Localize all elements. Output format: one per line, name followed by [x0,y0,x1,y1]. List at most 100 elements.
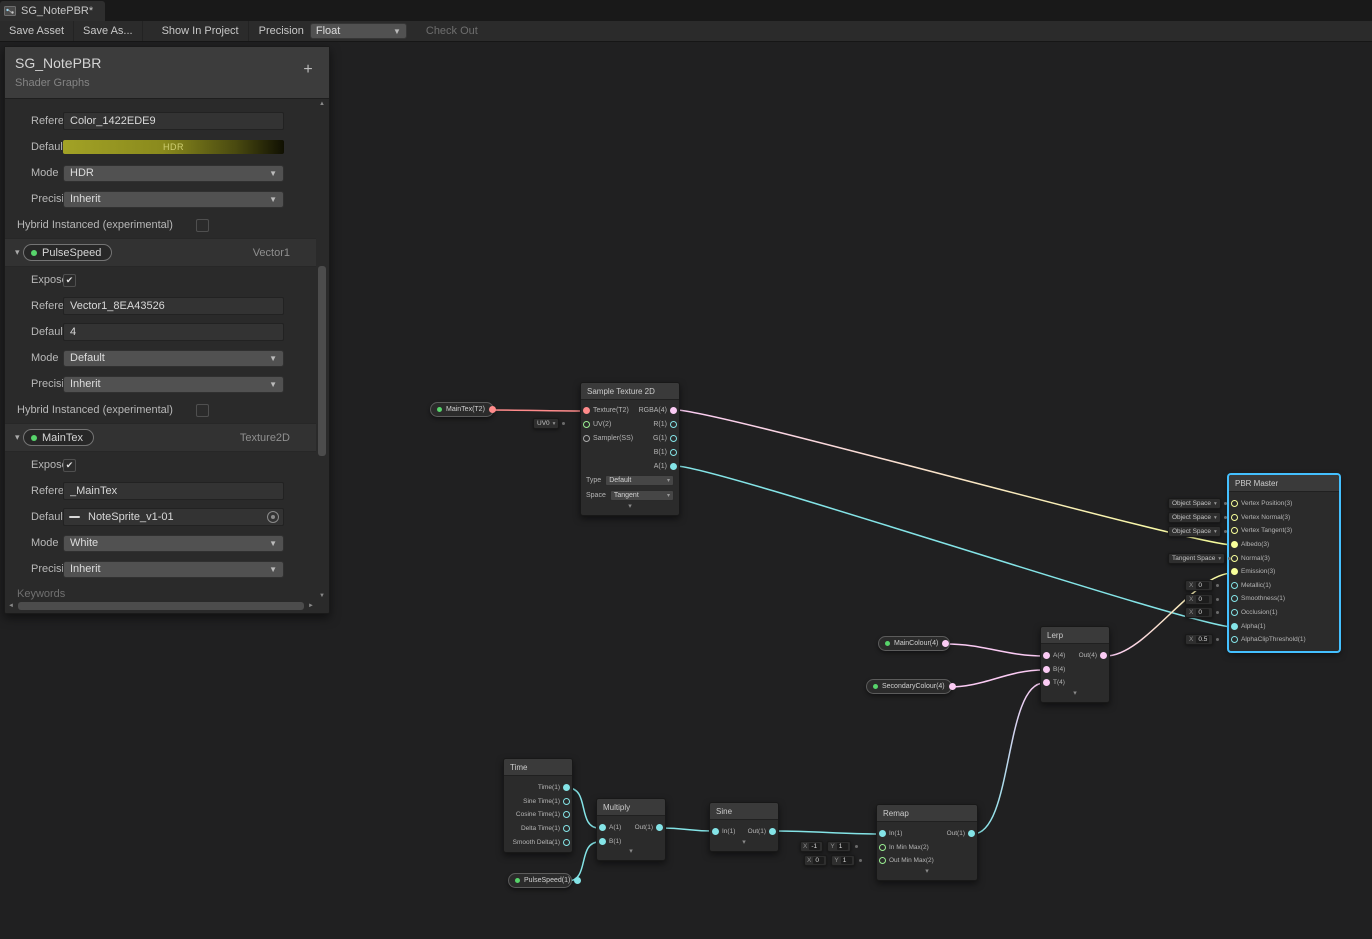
port-vertex-position[interactable]: Vertex Position(3) [1229,497,1339,511]
port-dot-alpha[interactable] [1231,622,1238,630]
edge-remap-to-lerp-t[interactable] [972,682,1045,835]
port-a[interactable]: A(1) [639,459,679,473]
port-dot-multiply-out[interactable] [656,824,663,832]
node-title[interactable]: Multiply [597,799,665,816]
port-dot-alphaclipthreshold[interactable] [1231,636,1238,644]
port-lerp-out[interactable]: Out(4) [1079,649,1109,663]
port-lerp-b[interactable]: B(4) [1041,663,1065,677]
port-multiply-out[interactable]: Out(1) [635,821,665,835]
node-remap[interactable]: Remap In(1) In Min Max(2) Out Min Max(2)… [876,804,978,881]
node-title[interactable]: Remap [877,805,977,822]
port-cosine-time[interactable]: Cosine Time(1) [504,808,572,822]
save-as-button[interactable]: Save As... [74,21,143,41]
blackboard-panel[interactable]: SG_NotePBR Shader Graphs + Reference Def… [4,46,330,614]
port-time[interactable]: Time(1) [504,781,572,795]
normal-space-dropdown[interactable]: Tangent Space ▾ [1168,553,1232,564]
port-b[interactable]: B(1) [639,445,679,459]
port-dot-occlusion[interactable] [1231,609,1238,617]
port-remap-out[interactable]: Out(1) [947,827,977,841]
port-dot-remap-in[interactable] [879,830,886,838]
node-title[interactable]: Time [504,759,572,776]
port-alpha[interactable]: Alpha(1) [1229,619,1339,633]
port-vertex-tangent[interactable]: Vertex Tangent(3) [1229,524,1339,538]
edge-maintex-to-sample[interactable] [489,409,585,412]
port-dot-vertex-normal[interactable] [1231,513,1238,521]
port-dot-multiply-b[interactable] [599,837,606,845]
port-lerp-t[interactable]: T(4) [1041,676,1065,690]
port-dot-sine-in[interactable] [712,828,719,836]
blackboard-header[interactable]: SG_NotePBR Shader Graphs + [5,47,329,99]
maintex-pill[interactable]: MainTex [23,429,94,446]
maintex-precision-dropdown[interactable]: Inherit ▼ [63,560,284,578]
space-dropdown[interactable]: Tangent ▾ [609,490,674,501]
port-lerp-a[interactable]: A(4) [1041,649,1065,663]
pulsespeed-precision-dropdown[interactable]: Inherit ▼ [63,375,284,393]
show-in-project-button[interactable]: Show In Project [153,21,249,41]
port-dot-normal[interactable] [1231,554,1238,562]
port-dot-maincolour-out[interactable] [942,640,950,647]
node-lerp[interactable]: Lerp A(4) B(4) T(4) Out(4) ▾ [1040,626,1110,703]
port-sine-in[interactable]: In(1) [710,825,735,839]
port-rgba[interactable]: RGBA(4) [639,403,679,417]
port-remap-in-min-max[interactable]: In Min Max(2) [877,841,934,855]
node-sine[interactable]: Sine In(1) Out(1) ▾ [709,802,779,852]
port-multiply-b[interactable]: B(1) [597,835,621,849]
port-dot-pulsespeed-out[interactable] [574,877,582,884]
port-metallic[interactable]: Metallic(1) [1229,579,1339,593]
scroll-right-arrow-icon[interactable]: ► [306,602,316,610]
port-dot-maintex-out[interactable] [488,406,496,413]
blackboard-horizontal-scrollbar[interactable]: ◄ ► [6,600,316,612]
property-node-secondarycolour[interactable]: SecondaryColour(4) [866,679,956,694]
port-g[interactable]: G(1) [639,431,679,445]
property-node-pulsespeed[interactable]: PulseSpeed(1) [508,873,582,888]
port-dot-remap-in-min-max[interactable] [879,843,886,851]
save-asset-button[interactable]: Save Asset [0,21,75,41]
port-sine-out[interactable]: Out(1) [748,825,778,839]
foldout-chevron-icon[interactable]: ▾ [5,432,23,443]
port-dot-cosine-time[interactable] [563,811,570,819]
precision-dropdown[interactable]: Float ▼ [309,23,407,39]
pulsespeed-pill[interactable]: PulseSpeed [23,244,113,261]
port-normal[interactable]: Normal(3) [1229,551,1339,565]
property-row-pulsespeed[interactable]: ▾ PulseSpeed Vector1 [5,238,316,267]
out-max-y-field[interactable]: Y1 [831,855,855,866]
node-title[interactable]: Sample Texture 2D [581,383,679,400]
node-pbr-master[interactable]: PBR Master Vertex Position(3) Vertex Nor… [1228,474,1340,652]
port-dot-texture[interactable] [583,406,590,414]
maintex-texture-object-field[interactable]: NoteSprite_v1-01 [63,508,284,526]
edge-rgba-to-albedo[interactable] [675,409,1234,546]
out-min-x-field[interactable]: X0 [804,855,828,866]
document-tab[interactable]: SG_NotePBR* [0,1,106,21]
edge-lerp-to-emission[interactable] [1105,572,1234,657]
in-max-y-field[interactable]: Y1 [827,841,851,852]
collapse-chevron-icon[interactable]: ▾ [597,848,665,858]
port-dot-rgba[interactable] [670,406,677,414]
port-emission[interactable]: Emission(3) [1229,565,1339,579]
port-dot-uv[interactable] [583,420,590,428]
port-dot-smoothness[interactable] [1231,595,1238,603]
vertical-scroll-thumb[interactable] [318,266,326,456]
port-vertex-normal[interactable]: Vertex Normal(3) [1229,511,1339,525]
port-albedo[interactable]: Albedo(3) [1229,538,1339,552]
property-row-maintex[interactable]: ▾ MainTex Texture2D [5,423,316,452]
vertex-tangent-space-dropdown[interactable]: Object Space ▾ [1168,526,1227,537]
blackboard-vertical-scrollbar[interactable]: ▲ ▼ [316,100,328,600]
port-dot-lerp-b[interactable] [1043,665,1050,673]
port-dot-delta-time[interactable] [563,825,570,833]
color-hybrid-checkbox[interactable] [196,218,209,232]
port-texture[interactable]: Texture(T2) [581,403,633,417]
edge-sine-to-remap[interactable] [774,830,881,835]
port-smooth-delta[interactable]: Smooth Delta(1) [504,835,572,849]
node-sample-texture-2d[interactable]: Sample Texture 2D Texture(T2) UV(2) Samp… [580,382,680,516]
port-dot-vertex-tangent[interactable] [1231,527,1238,535]
port-dot-a[interactable] [670,462,677,470]
port-delta-time[interactable]: Delta Time(1) [504,822,572,836]
pulsespeed-reference-input[interactable] [63,297,284,315]
uv-channel-dropdown[interactable]: UV0 ▾ [533,418,566,429]
scroll-up-arrow-icon[interactable]: ▲ [316,100,328,108]
port-dot-lerp-out[interactable] [1100,652,1107,660]
port-remap-out-min-max[interactable]: Out Min Max(2) [877,854,934,868]
node-title[interactable]: Sine [710,803,778,820]
collapse-chevron-icon[interactable]: ▾ [710,839,778,849]
color-mode-dropdown[interactable]: HDR ▼ [63,164,284,182]
